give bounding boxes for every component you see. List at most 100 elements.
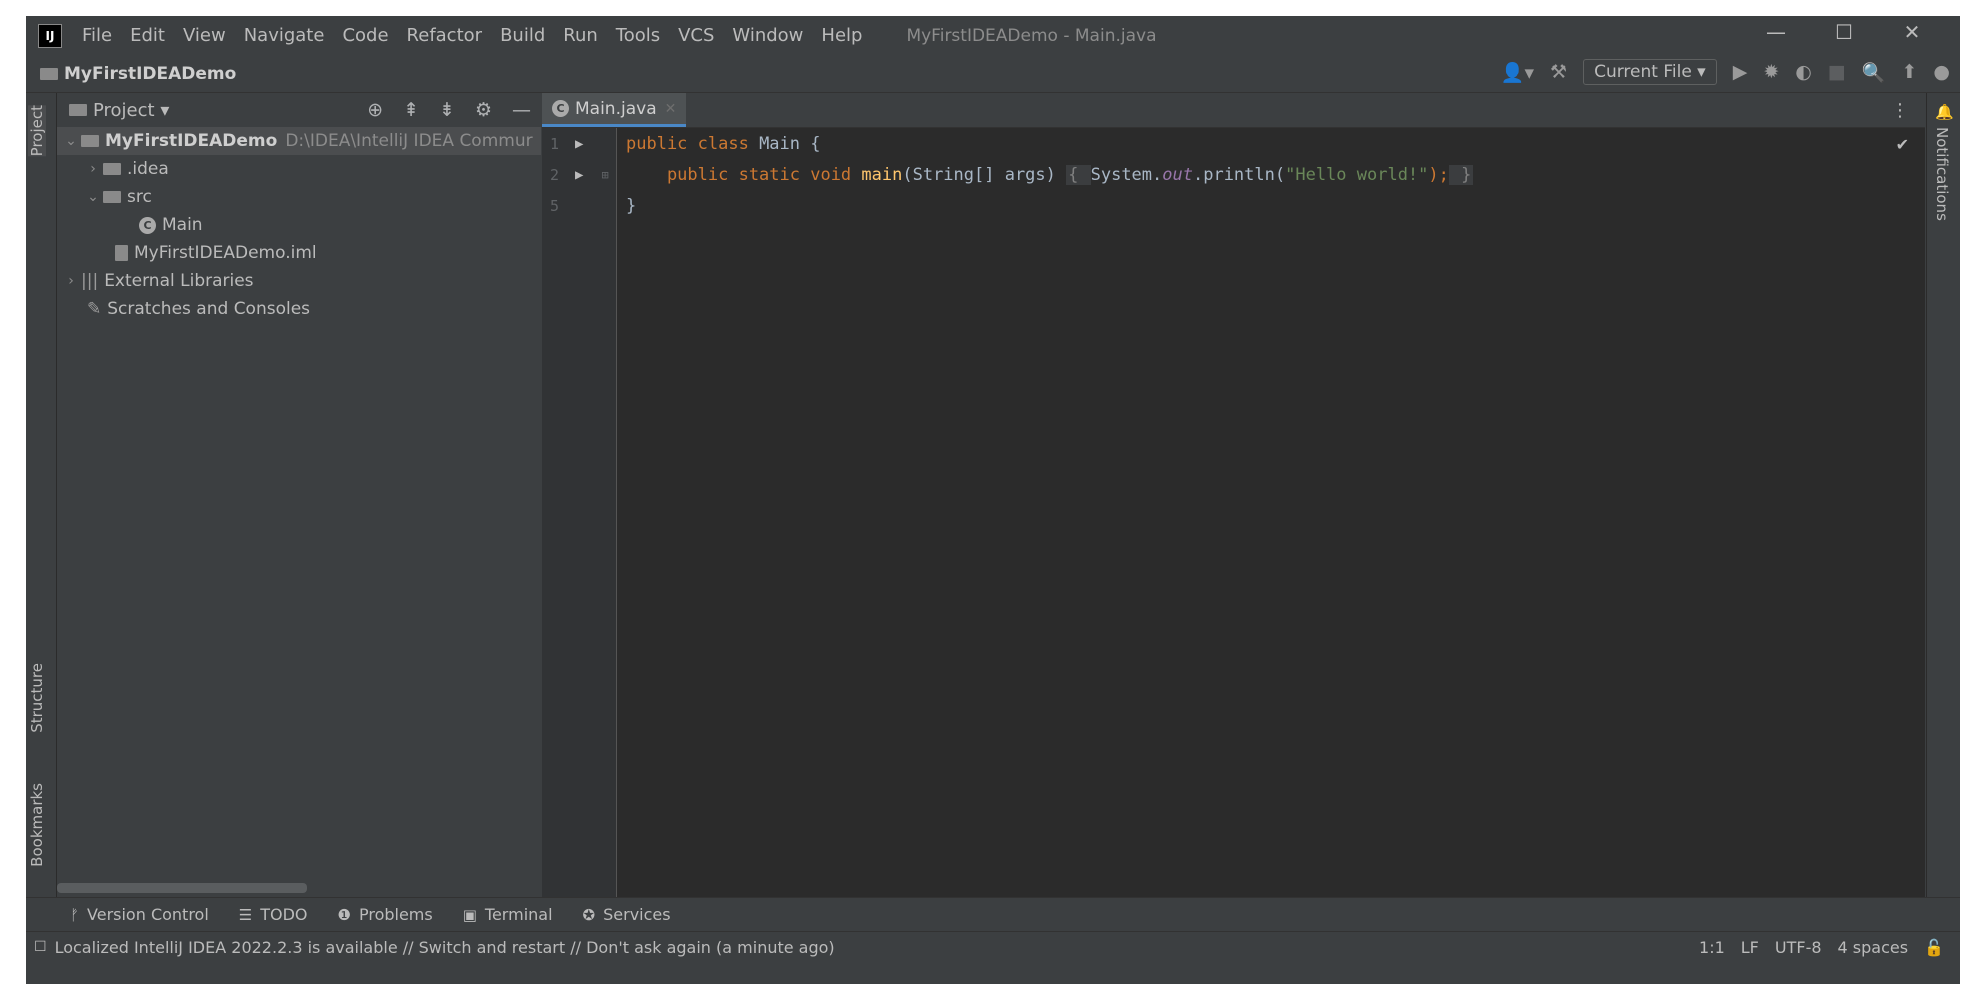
- iml-file-icon: [115, 245, 128, 261]
- tree-item-scratches[interactable]: ✎ Scratches and Consoles: [57, 295, 541, 323]
- line-separator[interactable]: LF: [1741, 938, 1759, 957]
- code-area[interactable]: public class Main { public static void m…: [626, 128, 1474, 221]
- tool-window-bar: ᚠ Version Control ☰ TODO ❶ Problems ▣ Termin…: [26, 897, 1960, 931]
- line-number: 2 ▶ ⊞: [542, 159, 616, 190]
- gear-icon[interactable]: ⚙: [475, 99, 492, 121]
- more-options-icon[interactable]: ⋮: [1891, 100, 1909, 121]
- scratches-icon: ✎: [87, 299, 102, 319]
- locate-icon[interactable]: ⊕: [367, 99, 383, 121]
- tree-item-iml[interactable]: MyFirstIDEADemo.iml: [57, 239, 541, 267]
- run-gutter-icon[interactable]: ▶: [575, 136, 583, 152]
- coverage-icon[interactable]: ◐: [1795, 61, 1812, 83]
- tool-label: Services: [603, 905, 671, 924]
- tool-structure-tab[interactable]: Structure: [28, 663, 46, 733]
- maximize-button[interactable]: ☐: [1810, 20, 1878, 44]
- tool-notifications-tab[interactable]: Notifications: [1933, 127, 1951, 221]
- java-class-icon: C: [552, 100, 569, 117]
- fold-icon[interactable]: ⊞: [601, 168, 608, 182]
- code-fold-close[interactable]: }: [1448, 164, 1474, 185]
- run-gutter-icon[interactable]: ▶: [575, 167, 583, 183]
- breadcrumb[interactable]: MyFirstIDEADemo: [40, 64, 236, 84]
- close-tab-icon[interactable]: ✕: [665, 101, 677, 117]
- debug-icon[interactable]: ✹: [1763, 61, 1779, 83]
- hide-icon[interactable]: —: [512, 99, 531, 121]
- menu-navigate[interactable]: Navigate: [244, 25, 325, 46]
- chevron-right-icon[interactable]: ›: [83, 161, 103, 177]
- project-view-label: Project: [93, 99, 155, 121]
- line-number-value: 2: [550, 165, 560, 184]
- status-message[interactable]: Localized IntelliJ IDEA 2022.2.3 is avai…: [55, 938, 835, 957]
- menu-run[interactable]: Run: [563, 25, 598, 46]
- run-icon[interactable]: ▶: [1733, 61, 1748, 83]
- menu-refactor[interactable]: Refactor: [407, 25, 483, 46]
- tree-item-label: .idea: [127, 159, 169, 179]
- tool-label: TODO: [260, 905, 308, 924]
- menu-code[interactable]: Code: [342, 25, 388, 46]
- menu-tools[interactable]: Tools: [616, 25, 660, 46]
- toggle-tool-windows-icon[interactable]: ☐: [34, 939, 47, 955]
- minimize-button[interactable]: —: [1742, 20, 1810, 44]
- update-icon[interactable]: ⬆: [1901, 61, 1917, 83]
- library-icon: |||: [81, 271, 99, 291]
- menu-vcs[interactable]: VCS: [678, 25, 714, 46]
- chevron-down-icon[interactable]: ⌄: [83, 189, 103, 205]
- left-tool-strip: Project Structure Bookmarks: [26, 93, 57, 897]
- tree-item-label: Main: [162, 215, 203, 235]
- chevron-right-icon[interactable]: ›: [61, 273, 81, 289]
- build-hammer-icon[interactable]: ⚒: [1550, 61, 1567, 83]
- code-call: .println(: [1192, 164, 1286, 185]
- tab-main-java[interactable]: C Main.java ✕: [542, 93, 687, 127]
- tool-version-control[interactable]: ᚠ Version Control: [70, 905, 209, 924]
- caret-position[interactable]: 1:1: [1699, 938, 1725, 957]
- project-view-dropdown[interactable]: Project ▾: [93, 100, 169, 121]
- editor-gutter: 1 ▶ 2 ▶ ⊞ 5: [542, 128, 617, 897]
- code-line: public static void main (String[] args) {…: [626, 159, 1474, 190]
- intellij-logo-icon: IJ: [38, 23, 62, 48]
- tree-item-idea[interactable]: › .idea: [57, 155, 541, 183]
- tree-item-external-libraries[interactable]: › ||| External Libraries: [57, 267, 541, 295]
- code-fold-open[interactable]: {: [1066, 164, 1091, 185]
- code-class-name: Main {: [759, 133, 821, 154]
- navigation-bar: MyFirstIDEADemo 👤▾ ⚒ Current File ▾ ▶ ✹ …: [26, 55, 1960, 93]
- tool-bookmarks-tab[interactable]: Bookmarks: [28, 783, 46, 867]
- tool-label: Version Control: [87, 905, 209, 924]
- menu-file[interactable]: File: [82, 25, 112, 46]
- search-icon[interactable]: 🔍: [1862, 61, 1886, 84]
- menu-edit[interactable]: Edit: [130, 25, 165, 46]
- horizontal-scrollbar[interactable]: [57, 883, 307, 893]
- file-encoding[interactable]: UTF-8: [1775, 938, 1822, 957]
- tool-label: Terminal: [484, 905, 553, 924]
- tool-todo[interactable]: ☰ TODO: [239, 905, 308, 924]
- tree-item-label: Scratches and Consoles: [107, 299, 311, 319]
- collapse-all-icon[interactable]: ⇟: [439, 99, 455, 121]
- module-folder-icon: [81, 135, 99, 147]
- code-brace: }: [626, 195, 637, 216]
- menu-build[interactable]: Build: [500, 25, 545, 46]
- menu-window[interactable]: Window: [732, 25, 803, 46]
- expand-all-icon[interactable]: ⇞: [403, 99, 419, 121]
- tool-label: Problems: [358, 905, 433, 924]
- indent-setting[interactable]: 4 spaces: [1838, 938, 1909, 957]
- bell-icon[interactable]: 🔔: [1935, 103, 1954, 121]
- menu-help[interactable]: Help: [821, 25, 862, 46]
- close-button[interactable]: ✕: [1878, 20, 1946, 44]
- run-config-dropdown[interactable]: Current File ▾: [1583, 59, 1717, 85]
- tree-item-src[interactable]: ⌄ src: [57, 183, 541, 211]
- code-method-name: main: [861, 164, 903, 185]
- tool-terminal[interactable]: ▣ Terminal: [463, 905, 553, 924]
- chevron-down-icon[interactable]: ⌄: [61, 133, 81, 149]
- tree-item-main[interactable]: C Main: [57, 211, 541, 239]
- stop-icon[interactable]: ■: [1828, 61, 1846, 83]
- lock-icon[interactable]: 🔓: [1924, 938, 1944, 957]
- settings-icon[interactable]: ●: [1933, 61, 1950, 83]
- java-class-icon: C: [139, 216, 156, 234]
- user-icon[interactable]: 👤▾: [1501, 61, 1534, 84]
- tool-problems[interactable]: ❶ Problems: [338, 905, 433, 924]
- inspection-ok-icon[interactable]: ✔: [1896, 135, 1909, 154]
- ide-window: IJ File Edit View Navigate Code Refactor…: [26, 16, 1960, 984]
- tool-project-tab[interactable]: Project: [28, 105, 46, 157]
- tree-item-project-root[interactable]: ⌄ MyFirstIDEADemo D:\IDEA\IntelliJ IDEA …: [57, 127, 541, 155]
- code-system: System.: [1090, 164, 1163, 185]
- menu-view[interactable]: View: [183, 25, 226, 46]
- tool-services[interactable]: ✪ Services: [583, 905, 671, 924]
